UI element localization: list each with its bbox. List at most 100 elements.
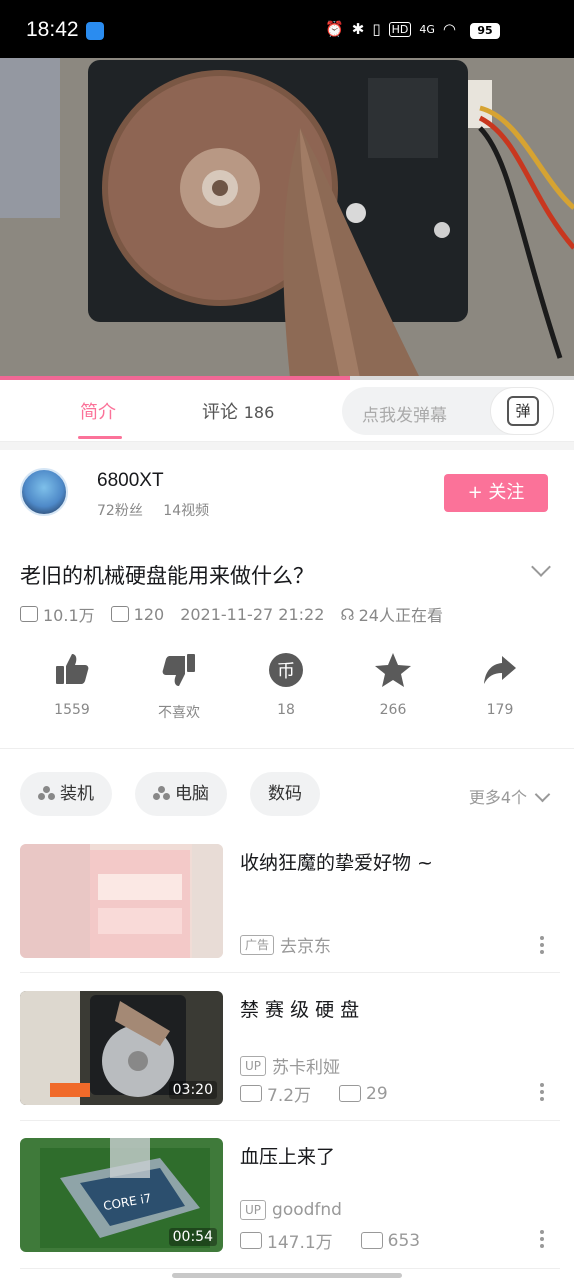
danmaku-input[interactable]: 点我发弹幕 弹 (342, 387, 554, 435)
like-count: 1559 (54, 702, 90, 718)
tag-label: 装机 (60, 784, 94, 804)
views-count: 10.1万 (43, 606, 95, 625)
tag-chip[interactable]: 装机 (20, 772, 112, 816)
views-stat: 10.1万 (20, 602, 95, 626)
tab-comments-label: 评论 (202, 402, 238, 423)
alarm-icon: ⏰ (325, 20, 344, 38)
battery-icon: 95 (470, 23, 500, 39)
more-options-icon[interactable] (540, 1083, 544, 1104)
more-options-icon[interactable] (540, 1230, 544, 1251)
up-badge: UP (240, 1200, 267, 1220)
section-divider (0, 442, 574, 450)
author-fans: 72粉丝 (97, 503, 143, 519)
uploader-meta: UP goodfnd (240, 1200, 342, 1220)
like-button[interactable]: 1559 (22, 650, 122, 718)
vibrate-icon: ▯ (372, 20, 381, 38)
divider (20, 1120, 560, 1121)
hd-icon: HD (388, 21, 412, 37)
uploader-name: 苏卡利娅 (272, 1058, 341, 1078)
danmaku-count-icon (360, 1232, 383, 1249)
bluetooth-icon: ✱ (351, 20, 365, 38)
danmaku-count: 29 (366, 1083, 388, 1104)
author-row: 6800XT 72粉丝 14视频 + 关注 (0, 458, 574, 528)
publish-date: 2021-11-27 21:22 (180, 604, 325, 624)
tag-row: 装机 电脑 数码 更多4个 (0, 772, 574, 816)
tab-active-indicator (78, 436, 122, 439)
status-bar: 18:42 ⏰ ✱ ▯ HD 4G ◠ 95 (0, 0, 574, 58)
notification-app-icon (86, 22, 104, 40)
channel-icon (153, 786, 171, 800)
recommend-stats: 7.2万 29 (240, 1081, 388, 1106)
watching-stat: ☊ 24人正在看 (340, 602, 443, 626)
play-count-icon (20, 606, 38, 622)
recommend-thumbnail (20, 844, 223, 958)
svg-text:币: 币 (277, 661, 295, 682)
video-frame (0, 58, 574, 378)
wifi-icon: ◠ (442, 20, 456, 38)
video-title: 老旧的机械硬盘能用来做什么？ (20, 564, 314, 588)
recommend-stats: 147.1万 653 (240, 1228, 420, 1253)
video-stats: 10.1万 120 2021-11-27 21:22 ☊ 24人正在看 (20, 602, 459, 626)
video-duration: 03:20 (168, 1081, 217, 1099)
divider (20, 972, 560, 973)
coin-button[interactable]: 币 18 (236, 650, 336, 718)
favorite-button[interactable]: 266 (343, 650, 443, 718)
uploader-name: goodfnd (272, 1200, 342, 1220)
divider (20, 1268, 560, 1269)
divider (0, 748, 574, 749)
danmaku-count-icon (110, 606, 129, 622)
tab-comments-count: 186 (243, 403, 275, 422)
favorite-count: 266 (379, 702, 407, 718)
danmaku-placeholder: 点我发弹幕 (362, 406, 447, 426)
author-videos: 14视频 (163, 503, 210, 519)
avatar[interactable] (20, 468, 68, 516)
views-count: 7.2万 (267, 1086, 312, 1106)
dislike-label: 不喜欢 (158, 705, 200, 721)
share-button[interactable]: 179 (450, 650, 550, 718)
recommend-thumbnail: CORE i7 00:54 (20, 1138, 223, 1252)
tag-label: 电脑 (175, 784, 209, 804)
share-count: 179 (486, 702, 514, 718)
expand-chevron-icon[interactable] (531, 557, 551, 577)
people-icon: ☊ (340, 604, 355, 624)
action-bar: 1559 不喜欢 币 18 266 179 (0, 650, 574, 740)
tab-intro[interactable]: 简介 (80, 398, 116, 424)
follow-button[interactable]: + 关注 (444, 474, 548, 512)
danmaku-count: 653 (387, 1230, 421, 1251)
dislike-icon (162, 654, 195, 686)
more-tags-button[interactable]: 更多4个 (468, 784, 551, 808)
danmaku-count-icon (339, 1085, 362, 1102)
dislike-button[interactable]: 不喜欢 (129, 650, 229, 722)
more-options-icon[interactable] (540, 936, 544, 957)
star-icon (375, 653, 411, 687)
share-icon (484, 656, 516, 684)
tab-comments[interactable]: 评论 186 (202, 398, 274, 424)
video-duration: 00:54 (168, 1228, 217, 1246)
video-player[interactable] (0, 58, 574, 378)
danmaku-stat: 120 (110, 604, 165, 624)
recommend-thumbnail: 03:20 (20, 991, 223, 1105)
views-count: 147.1万 (267, 1233, 333, 1253)
more-tags-label: 更多4个 (468, 788, 527, 807)
tag-chip[interactable]: 数码 (250, 772, 320, 816)
tag-chip[interactable]: 电脑 (135, 772, 227, 816)
signal-icon: 4G (419, 22, 435, 36)
danmaku-icon: 弹 (507, 396, 539, 426)
ad-badge: 广告 (240, 934, 275, 955)
uploader-meta: UP 苏卡利娅 (240, 1053, 340, 1078)
play-count-icon (240, 1085, 262, 1102)
recommend-item[interactable]: 03:20 禁 赛 级 硬 盘 UP 苏卡利娅 7.2万 29 (0, 991, 574, 1139)
status-icons: ⏰ ✱ ▯ HD 4G ◠ (325, 20, 456, 38)
author-name[interactable]: 6800XT (97, 470, 164, 492)
danmaku-toggle-button[interactable]: 弹 (490, 387, 554, 435)
status-time: 18:42 (26, 18, 79, 41)
home-indicator[interactable] (172, 1273, 402, 1278)
chevron-down-icon (534, 786, 551, 803)
danmaku-count: 120 (133, 604, 165, 624)
coin-count: 18 (277, 702, 295, 718)
recommend-title: 收纳狂魔的挚爱好物 ~ (240, 852, 433, 874)
recommend-title: 禁 赛 级 硬 盘 (240, 999, 360, 1021)
play-count-icon (240, 1232, 262, 1249)
recommend-item[interactable]: 收纳狂魔的挚爱好物 ~ 广告 去京东 (0, 844, 574, 992)
recommend-item[interactable]: CORE i7 00:54 血压上来了 UP goodfnd 147.1万 65… (0, 1138, 574, 1286)
